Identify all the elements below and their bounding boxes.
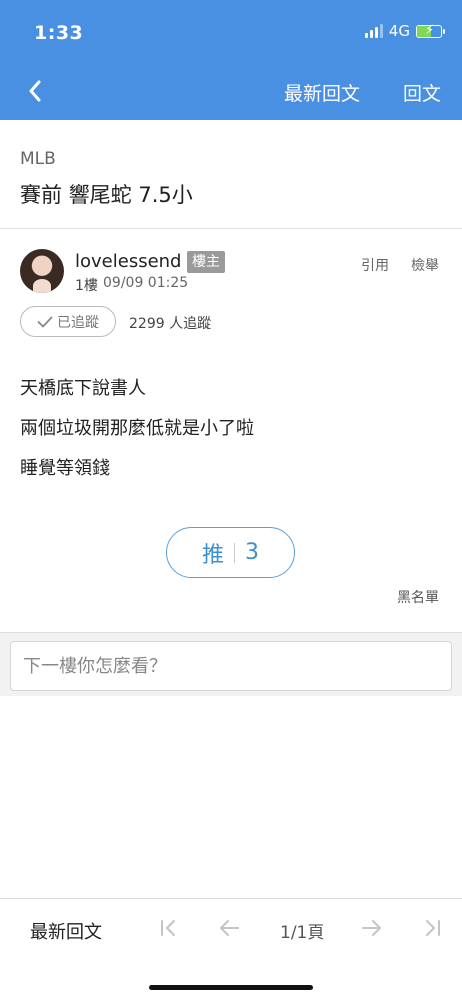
network-label: 4G xyxy=(388,22,410,40)
follow-label: 已追蹤 xyxy=(57,314,99,331)
blacklist-button[interactable]: 黑名單 xyxy=(397,587,439,607)
status-time: 1:33 xyxy=(34,22,84,44)
author-name[interactable]: lovelessend xyxy=(75,251,181,272)
post-body-line: 睡覺等領錢 xyxy=(20,458,110,479)
floor-number: 1樓 xyxy=(75,278,98,294)
first-page-icon xyxy=(161,920,175,936)
thread-title: 賽前 響尾蛇 7.5小 xyxy=(20,183,193,207)
push-separator xyxy=(234,542,235,563)
post-body-line: 兩個垃圾開那麼低就是小了啦 xyxy=(20,418,254,439)
prev-page-button[interactable] xyxy=(217,916,241,940)
checkmark-icon xyxy=(37,316,53,327)
divider xyxy=(0,228,462,229)
follower-count: 2299 人追蹤 xyxy=(129,316,212,332)
follow-button[interactable]: 已追蹤 xyxy=(20,306,116,337)
last-page-button[interactable] xyxy=(420,916,444,940)
toolbar-divider xyxy=(0,898,462,899)
push-label: 推 xyxy=(201,542,224,568)
arrow-right-icon xyxy=(362,920,381,936)
app-header: 1:33 4G ⚡ 最新回文 回文 xyxy=(0,0,462,120)
op-badge: 樓主 xyxy=(187,251,225,273)
arrow-left-icon xyxy=(220,920,239,936)
last-page-icon xyxy=(426,920,440,936)
reply-input[interactable] xyxy=(10,641,452,691)
quote-button[interactable]: 引用 xyxy=(361,255,389,275)
signal-icon xyxy=(364,24,383,38)
chevron-left-icon xyxy=(29,80,41,102)
post-body-line: 天橋底下說書人 xyxy=(20,378,146,399)
report-button[interactable]: 檢舉 xyxy=(411,255,439,275)
avatar[interactable] xyxy=(20,249,64,293)
latest-replies-link[interactable]: 最新回文 xyxy=(284,79,360,106)
next-page-button[interactable] xyxy=(360,916,384,940)
post-date: 09/09 01:25 xyxy=(103,275,189,291)
push-button[interactable]: 推 3 xyxy=(166,527,295,578)
status-indicators: 4G ⚡ xyxy=(364,22,445,40)
page-indicator[interactable]: 1/1頁 xyxy=(280,918,324,943)
push-count: 3 xyxy=(245,540,259,565)
back-button[interactable] xyxy=(22,76,48,106)
reply-button[interactable]: 回文 xyxy=(403,79,441,106)
toolbar-latest-replies[interactable]: 最新回文 xyxy=(30,918,102,944)
board-category[interactable]: MLB xyxy=(20,149,56,169)
first-page-button[interactable] xyxy=(157,916,181,940)
battery-icon: ⚡ xyxy=(416,23,445,38)
reply-bar xyxy=(0,632,462,696)
home-indicator xyxy=(149,985,313,990)
